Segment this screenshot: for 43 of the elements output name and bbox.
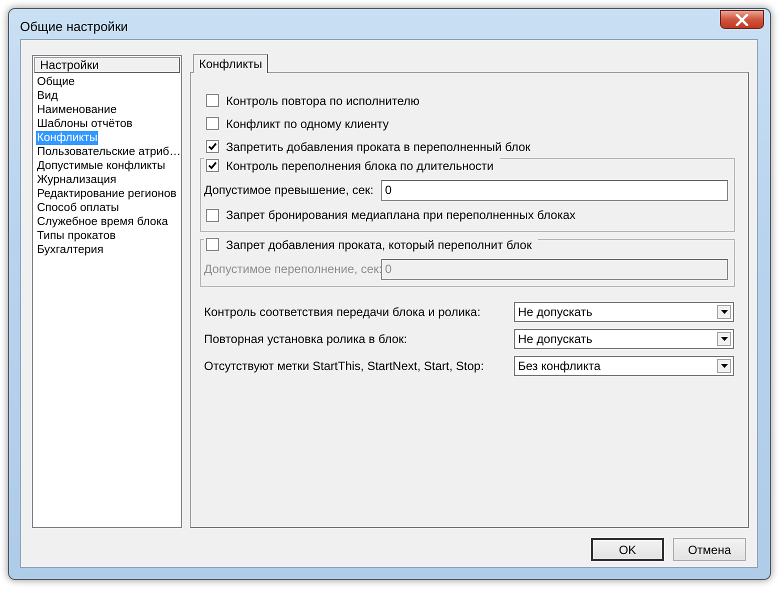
window-title: Общие настройки bbox=[20, 19, 128, 34]
close-button[interactable] bbox=[720, 10, 764, 29]
dialog-button[interactable]: Отмена bbox=[673, 538, 746, 561]
dropdown-label: Повторная установка ролика в блок: bbox=[204, 332, 408, 346]
dropdown-value: Без конфликта bbox=[517, 358, 602, 372]
list-item[interactable]: Шаблоны отчётов bbox=[36, 117, 134, 131]
checkbox[interactable] bbox=[206, 159, 219, 172]
list-item[interactable]: Вид bbox=[36, 89, 59, 103]
list-item[interactable]: Допустимые конфликты bbox=[36, 159, 166, 173]
list-item[interactable]: Бухгалтерия bbox=[36, 243, 104, 257]
list-item[interactable]: Общие bbox=[36, 75, 76, 89]
dropdown-label: Отсутствуют метки StartThis, StartNext, Start, Stop: bbox=[204, 358, 485, 372]
checkbox[interactable] bbox=[206, 94, 219, 107]
dropdown-value: Не допускать bbox=[517, 304, 594, 318]
dropdown[interactable]: Не допускать bbox=[514, 328, 734, 348]
close-icon bbox=[735, 14, 749, 26]
dropdown-label: Контроль соответствия передачи блока и ролика: bbox=[204, 304, 482, 318]
list-item[interactable]: Способ оплаты bbox=[36, 201, 120, 215]
list-header: Настройки bbox=[34, 57, 180, 73]
field-label: Допустимое превышение, сек: bbox=[204, 183, 375, 197]
dropdown-value: Не допускать bbox=[517, 332, 594, 346]
checkbox[interactable] bbox=[206, 238, 219, 251]
list-item[interactable]: Пользовательские атриб… bbox=[36, 145, 182, 159]
checkbox-label: Контроль переполнения блока по длительности bbox=[226, 158, 494, 172]
checkbox[interactable] bbox=[206, 117, 219, 130]
list-item[interactable]: Наименование bbox=[36, 103, 118, 117]
input-field[interactable]: 0 bbox=[381, 180, 728, 200]
checkbox[interactable] bbox=[206, 208, 219, 222]
dropdown[interactable]: Не допускать bbox=[514, 302, 734, 322]
checkbox[interactable] bbox=[206, 140, 219, 153]
checkbox-label: Запретить добавления проката в переполненный блок bbox=[226, 140, 530, 154]
checkbox-label: Конфликт по одному клиенту bbox=[226, 116, 389, 130]
list-item[interactable]: Журнализация bbox=[36, 173, 118, 187]
dialog-button[interactable]: OK bbox=[591, 538, 664, 561]
list-item[interactable]: Служебное время блока bbox=[36, 215, 169, 229]
checkbox-label: Запрет добавления проката, который переполнит блок bbox=[226, 238, 532, 252]
dropdown[interactable]: Без конфликта bbox=[514, 356, 734, 376]
checkbox-label: Запрет бронирования медиаплана при переполненных блоках bbox=[226, 208, 576, 222]
list-item[interactable]: Редактирование регионов bbox=[36, 187, 178, 201]
tab[interactable]: Конфликты bbox=[193, 54, 268, 73]
list-item[interactable]: Типы прокатов bbox=[36, 229, 117, 243]
checkbox-label: Контроль повтора по исполнителю bbox=[226, 94, 420, 108]
field-label: Допустимое переполнение, сек: bbox=[204, 262, 381, 276]
